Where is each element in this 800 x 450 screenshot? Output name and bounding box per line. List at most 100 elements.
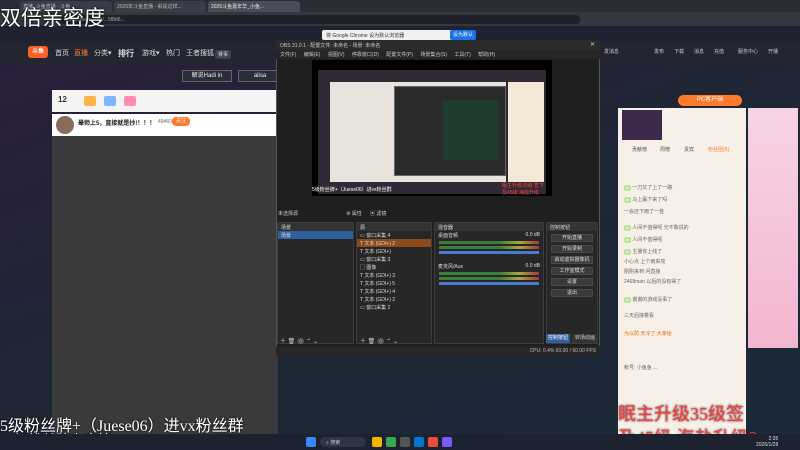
header-golive[interactable]: 开播 <box>768 48 778 55</box>
properties-button[interactable]: ⚙ 属性 <box>346 210 362 217</box>
settings-button[interactable]: 设置 <box>551 278 593 286</box>
menu-tools[interactable]: 工具(T) <box>454 52 470 58</box>
browser-tab-active[interactable]: 2026斗鱼嘉年华_小鱼... <box>208 1 300 12</box>
address-bar[interactable]: www.douyu.com/...5f8d6... <box>60 15 580 24</box>
nav-category[interactable]: 分类▾ <box>94 48 112 58</box>
chat-tab[interactable]: 贵宾 <box>684 146 694 153</box>
set-default-button[interactable]: 设为默认 <box>450 30 476 40</box>
nav-wangzhe[interactable]: 王者搜狐 <box>186 48 214 58</box>
stream-title: 晕师上5，直接就是抄!！！！ <box>78 121 156 127</box>
menu-view[interactable]: 视图(V) <box>328 52 345 58</box>
obs-menu-bar: 文件(F) 编辑(E) 视图(V) 停靠窗口(D) 配置文件(P) 场景集合(S… <box>276 50 600 59</box>
chat-tab[interactable]: 贡献榜 <box>632 146 647 153</box>
menu-docks[interactable]: 停靠窗口(D) <box>352 52 379 58</box>
douyu-logo[interactable]: 斗鱼 <box>28 46 48 58</box>
banner-button-left[interactable]: 解说Hadi in <box>182 70 232 82</box>
chat-message: lv 马上赢下来了吗 <box>624 196 668 203</box>
taskbar-clock[interactable]: 2:35 2026/1/28 <box>756 436 778 448</box>
chat-tab-active[interactable]: 粉丝团(5) <box>708 146 729 153</box>
edge-icon[interactable] <box>414 437 424 447</box>
anime-sidebar-image <box>748 108 798 348</box>
source-item[interactable]: T 文本 (GDI+) 4 <box>357 287 431 295</box>
chrome-icon[interactable] <box>386 437 396 447</box>
chat-message: lv 人间不值得呢 <box>624 236 663 243</box>
volume-slider[interactable] <box>439 251 539 254</box>
chat-message: 小心点 上个雨来攻 <box>624 259 666 265</box>
browser-tab[interactable]: 2026年斗鱼直播 - 就是这样... <box>114 1 206 12</box>
menu-profile[interactable]: 配置文件(P) <box>386 52 413 58</box>
chat-message: lv 主播你上线了 <box>624 248 663 255</box>
info-badge: 12 <box>58 95 67 104</box>
source-item[interactable]: ▭ 窗口采集 3 <box>357 255 431 263</box>
controls-dock: 控制按钮 开始直播 开始录制 启动虚拟摄像机 工作室模式 设置 退出 <box>546 222 598 344</box>
source-item[interactable]: T 文本 (GDI+) 3 <box>357 271 431 279</box>
pc-client-button[interactable]: PC客户端 <box>678 95 742 106</box>
source-item[interactable]: ▭ 窗口采集 2 <box>357 303 431 311</box>
start-stream-button[interactable]: 开始直播 <box>551 234 593 242</box>
source-item[interactable]: T 文本 (GDI+) 2 <box>357 295 431 303</box>
mixer-title: 混音器 <box>435 223 543 231</box>
chat-message: 为以防 天冷了 大家给 <box>624 331 672 337</box>
chat-message: 2468man 以后的没有得了 <box>624 279 682 285</box>
volume-meter <box>439 246 539 249</box>
task-icon[interactable] <box>104 96 116 106</box>
source-item[interactable]: T 文本 (GDI+) <box>357 247 431 255</box>
chat-message: 三天后接着看 <box>624 313 655 319</box>
source-item[interactable]: T 文本 (GDI+) 5 <box>357 279 431 287</box>
scenes-title: 场景 <box>278 223 353 231</box>
obs-icon[interactable] <box>400 437 410 447</box>
menu-edit[interactable]: 编辑(E) <box>304 52 321 58</box>
windows-start-icon[interactable] <box>306 437 316 447</box>
header-notify[interactable]: 消息 <box>694 48 704 55</box>
filters-button[interactable]: ▣ 滤镜 <box>370 210 386 217</box>
header-message[interactable]: 发消息 <box>604 48 619 55</box>
video-player-area[interactable] <box>52 136 278 436</box>
source-add-icon[interactable]: ＋ 🗑 ⚙ ⌃ ⌄ <box>360 336 398 345</box>
follow-count: 49460 <box>158 119 172 125</box>
app-icon[interactable] <box>442 437 452 447</box>
scene-item[interactable]: 场景 <box>278 231 353 239</box>
close-icon[interactable]: ✕ <box>590 41 595 48</box>
virtual-camera-button[interactable]: 启动虚拟摄像机 <box>551 256 593 264</box>
scenes-dock: 场景 场景 <box>277 222 354 344</box>
menu-help[interactable]: 帮助(H) <box>478 52 495 58</box>
dock-tab-transitions[interactable]: 转场动画 <box>572 334 598 343</box>
nav-games[interactable]: 游戏▾ <box>142 48 160 58</box>
heart-icon[interactable] <box>124 96 136 106</box>
preview-overlay-left: 5级粉丝牌+（Juese06）进vx粉丝群 <box>312 187 392 193</box>
menu-file[interactable]: 文件(F) <box>280 52 296 58</box>
chat-tab[interactable]: 周榜 <box>660 146 670 153</box>
taskbar-search[interactable]: ⌕ 搜索 <box>320 437 366 447</box>
nav-live[interactable]: 直播 <box>74 48 88 58</box>
source-item[interactable]: T 文本 (GDI+) 2 <box>357 239 431 247</box>
source-item[interactable]: ▢ 图像 <box>357 263 431 271</box>
overlay-upgrade-1: 眠主升级35级签 <box>618 404 744 424</box>
nav-hot[interactable]: 热门 <box>166 48 180 58</box>
nav-rank[interactable]: 排行 <box>118 48 134 59</box>
overlay-double-intimacy: 双倍亲密度 <box>0 6 105 30</box>
nav-home[interactable]: 首页 <box>55 48 69 58</box>
avatar[interactable] <box>56 116 74 134</box>
chat-message: lv 一刀又了上了一路 <box>624 184 673 191</box>
scene-add-icon[interactable]: ＋ 🗑 ⚙ ⌃ ⌄ <box>280 336 318 345</box>
file-explorer-icon[interactable] <box>372 437 382 447</box>
start-record-button[interactable]: 开始录制 <box>551 245 593 253</box>
controls-title: 控制按钮 <box>547 223 597 231</box>
header-publish[interactable]: 发布 <box>654 48 664 55</box>
chat-message: lv 人间不值得呢 光不敢说的 <box>624 224 689 231</box>
rank-banner[interactable] <box>622 110 662 140</box>
menu-scenes[interactable]: 场景集合(S) <box>420 52 447 58</box>
dock-tab-controls[interactable]: 控制按钮 <box>546 334 570 343</box>
app-icon[interactable] <box>428 437 438 447</box>
header-service[interactable]: 服务中心 <box>738 48 758 55</box>
source-item[interactable]: ▭ 窗口采集 4 <box>357 231 431 239</box>
volume-slider[interactable] <box>439 282 539 285</box>
gift-icon[interactable] <box>84 96 96 106</box>
studio-mode-button[interactable]: 工作室模式 <box>551 267 593 275</box>
exit-button[interactable]: 退出 <box>551 289 593 297</box>
follow-button[interactable]: 关注 <box>172 117 190 126</box>
header-download[interactable]: 下载 <box>674 48 684 55</box>
nav-events[interactable]: 赛事 <box>215 50 232 59</box>
chat-message: 帐号: 小鱼鱼 ... <box>624 365 658 371</box>
header-recharge[interactable]: 充值 <box>714 48 724 55</box>
